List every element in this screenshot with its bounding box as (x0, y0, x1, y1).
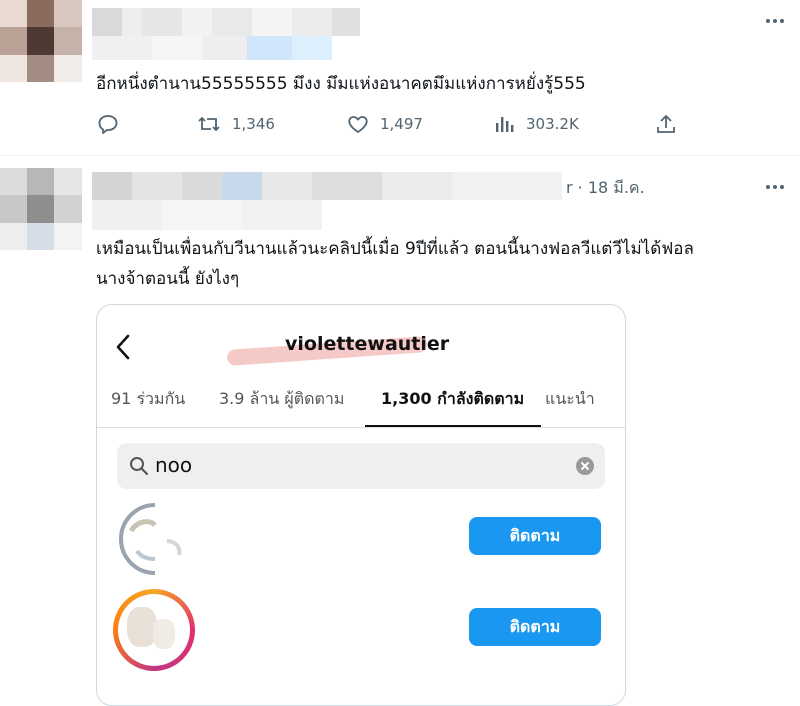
tab-divider (97, 427, 625, 428)
share-button[interactable] (654, 112, 678, 136)
author-name-redacted[interactable] (92, 172, 562, 230)
avatar[interactable] (0, 0, 82, 82)
clear-icon (576, 457, 594, 475)
reply-icon (98, 115, 118, 134)
tab-following: 1,300 กำลังติดตาม (381, 389, 525, 408)
tab-followers: 3.9 ล้าน ผู้ติดตาม (219, 389, 345, 408)
avatar (117, 501, 193, 577)
back-arrow-icon (115, 333, 131, 365)
retweet-button[interactable]: 1,346 (196, 112, 275, 136)
tweet-date[interactable]: r · 18 มี.ค. (566, 176, 645, 201)
retweet-icon (198, 116, 220, 132)
like-button[interactable]: 1,497 (346, 112, 423, 136)
tweet-text-line-2: นางจ้าตอนนี้ ยังไงๆ (96, 269, 240, 289)
retweet-count: 1,346 (232, 115, 275, 133)
more-options-icon[interactable] (764, 178, 786, 196)
tweet-text: อีกหนึ่งตำนาน55555555 มึงง มึมแห่งอนาคตม… (96, 74, 586, 94)
tab-suggested: แนะนำ (545, 389, 595, 408)
tab-mutual: 91 ร่วมกัน (111, 389, 186, 408)
author-name-redacted[interactable] (92, 8, 360, 60)
media-image[interactable]: violettewautier 91 ร่วมกัน 3.9 ล้าน ผู้ต… (96, 304, 626, 706)
divider (0, 155, 800, 156)
follow-button: ติดตาม (469, 608, 601, 646)
search-bar: noo (117, 443, 605, 489)
views-button[interactable]: 303.2K (492, 112, 579, 136)
avatar[interactable] (0, 168, 82, 250)
like-count: 1,497 (380, 115, 423, 133)
analytics-icon (496, 117, 514, 132)
tweet-text-line-1: เหมือนเป็นเพื่อนกับวีนานแล้วนะคลิปนี้เมื… (96, 239, 694, 259)
share-icon (657, 114, 675, 133)
reply-button[interactable] (96, 112, 120, 136)
tweet-text: เหมือนเป็นเพื่อนกับวีนานแล้วนะคลิปนี้เมื… (96, 237, 786, 291)
heart-icon (348, 116, 368, 133)
profile-username: violettewautier (285, 333, 450, 355)
avatar (113, 589, 195, 671)
search-icon (130, 457, 149, 476)
search-value: noo (155, 453, 193, 477)
follow-button: ติดตาม (469, 517, 601, 555)
more-options-icon[interactable] (764, 12, 786, 30)
views-count: 303.2K (526, 115, 579, 133)
